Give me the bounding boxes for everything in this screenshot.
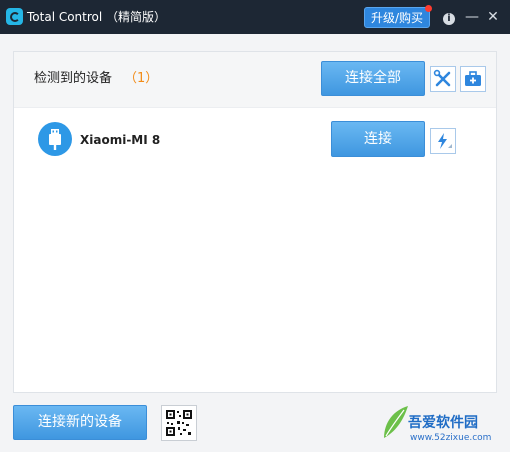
wrench-screwdriver-icon	[433, 69, 451, 87]
title-bar: Total Control （精简版） 升级/购买 i — ✕	[0, 0, 510, 34]
close-icon: ✕	[487, 9, 499, 25]
app-logo-icon	[6, 8, 23, 25]
upgrade-buy-button[interactable]: 升级/购买	[364, 5, 432, 28]
minimize-icon: —	[465, 9, 479, 25]
window-title: Total Control （精简版）	[27, 10, 167, 24]
leaf-logo-icon	[384, 406, 408, 438]
notification-dot-icon	[425, 5, 432, 12]
info-button[interactable]: i	[440, 8, 458, 26]
flash-button[interactable]	[430, 128, 456, 154]
device-name: Xiaomi-MI 8	[80, 133, 161, 147]
qr-code-button[interactable]	[161, 405, 197, 441]
connect-all-button[interactable]: 连接全部	[321, 61, 425, 96]
site-watermark: 吾爱软件园 www.52zixue.com	[380, 392, 508, 450]
toolbox-icon	[465, 71, 481, 86]
device-row: Xiaomi-MI 8 连接	[14, 108, 496, 170]
upgrade-buy-label: 升级/购买	[370, 11, 424, 25]
tools-button[interactable]	[430, 66, 456, 92]
device-count: （1）	[124, 71, 159, 86]
qr-code-icon	[166, 410, 192, 436]
close-button[interactable]: ✕	[484, 8, 502, 26]
minimize-button[interactable]: —	[463, 8, 481, 26]
add-new-device-button[interactable]: 连接新的设备	[13, 405, 147, 440]
flash-icon	[438, 133, 452, 149]
watermark-site-name: 吾爱软件园	[408, 415, 478, 431]
watermark-url: www.52zixue.com	[410, 433, 492, 443]
usb-icon	[38, 122, 72, 156]
devices-panel-header: 检测到的设备 （1） 连接全部	[14, 52, 496, 108]
devices-panel: 检测到的设备 （1） 连接全部 Xiaomi-MI 8 连接	[13, 51, 497, 393]
toolbox-button[interactable]	[460, 66, 486, 92]
connect-device-button[interactable]: 连接	[331, 121, 425, 157]
detected-devices-label: 检测到的设备	[34, 71, 113, 86]
info-icon: i	[443, 13, 455, 25]
